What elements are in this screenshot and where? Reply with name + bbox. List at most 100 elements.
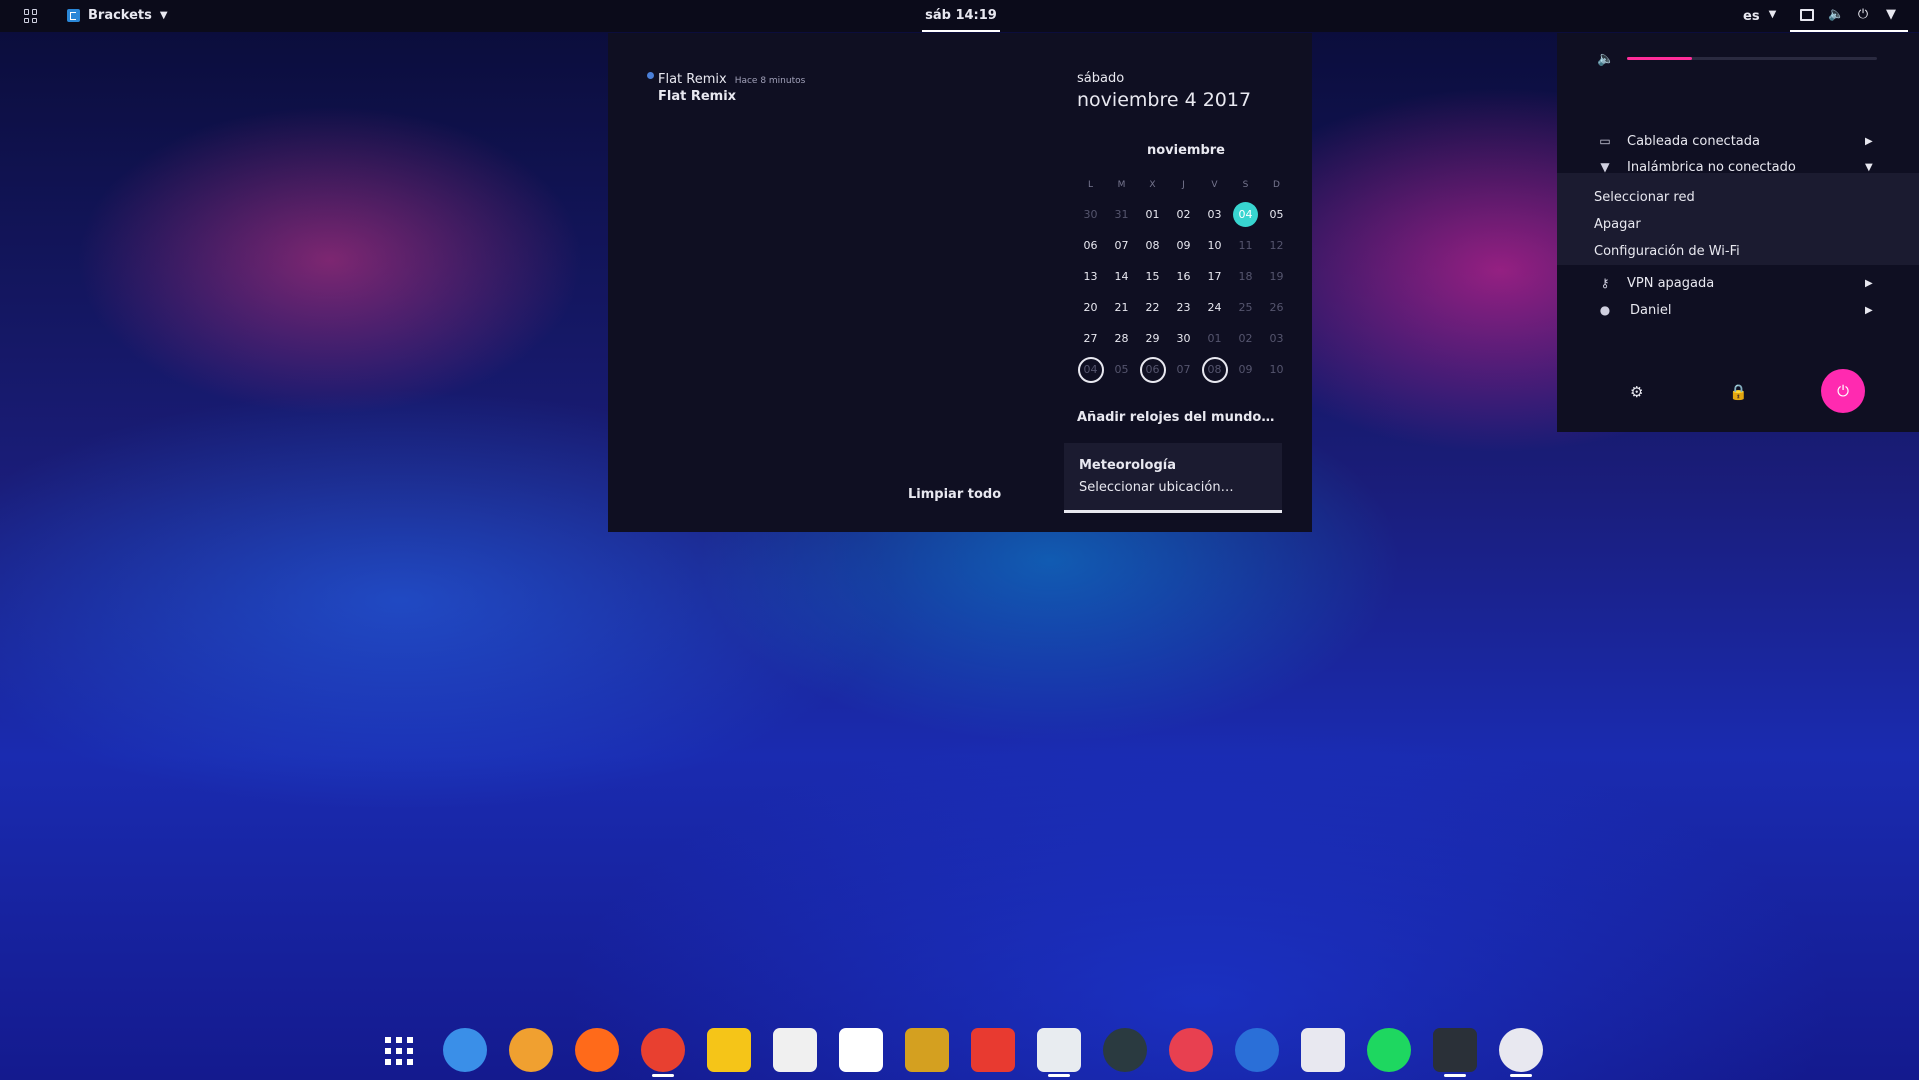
world-clocks-button[interactable]: Añadir relojes del mundo… [1077, 410, 1274, 425]
ubuntu-tweak-icon[interactable] [1169, 1028, 1213, 1072]
system-status-area[interactable]: 🔈 ⏻ ▼ [1790, 0, 1908, 32]
calendar-day[interactable]: 03 [1261, 323, 1292, 354]
activities-grid-icon[interactable] [24, 9, 38, 23]
screen-icon [1800, 9, 1814, 21]
calendar-day[interactable]: 24 [1199, 292, 1230, 323]
calendar-day[interactable]: 14 [1106, 261, 1137, 292]
installer-icon[interactable] [1301, 1028, 1345, 1072]
weather-section[interactable]: Meteorología Seleccionar ubicación… [1064, 443, 1282, 513]
mail-icon[interactable] [773, 1028, 817, 1072]
power-icon: ⏻ [1857, 7, 1869, 22]
calendar-day[interactable]: 05 [1261, 199, 1292, 230]
notification-item[interactable]: Flat Remix Hace 8 minutos Flat Remix [647, 68, 806, 104]
clock-button[interactable]: sáb 14:19 [922, 0, 1000, 32]
select-network-item[interactable]: Seleccionar red [1594, 190, 1695, 205]
turn-off-wifi-item[interactable]: Apagar [1594, 217, 1641, 232]
calendar-day[interactable]: 01 [1199, 323, 1230, 354]
text-editor-icon[interactable] [839, 1028, 883, 1072]
settings-icon[interactable] [443, 1028, 487, 1072]
calendar-day[interactable]: 02 [1168, 199, 1199, 230]
calendar-day[interactable]: 31 [1106, 199, 1137, 230]
weekday-header: V [1211, 180, 1218, 190]
notification-icon [647, 72, 654, 79]
system-monitor-icon[interactable] [1235, 1028, 1279, 1072]
app-grid-icon[interactable] [377, 1028, 421, 1072]
app-menu[interactable]: Brackets ▼ [67, 8, 168, 23]
calendar-day[interactable]: 13 [1075, 261, 1106, 292]
calendar-day[interactable]: 21 [1106, 292, 1137, 323]
calendar-day[interactable]: 19 [1261, 261, 1292, 292]
calendar-day[interactable]: 11 [1230, 230, 1261, 261]
calendar-day[interactable]: 27 [1075, 323, 1106, 354]
photos-icon[interactable] [509, 1028, 553, 1072]
calendar-day[interactable]: 29 [1137, 323, 1168, 354]
calendar-day[interactable]: 26 [1261, 292, 1292, 323]
files-icon[interactable] [1037, 1028, 1081, 1072]
month-label: noviembre [1146, 143, 1225, 158]
calendar-day[interactable]: 09 [1168, 230, 1199, 261]
calendar-day[interactable]: 01 [1137, 199, 1168, 230]
vpn-item[interactable]: ⚷ VPN apagada ▶ [1557, 270, 1919, 296]
volume-slider[interactable] [1627, 57, 1877, 60]
calendar-day-today[interactable]: 04 [1230, 199, 1261, 230]
calendar-day[interactable]: 18 [1230, 261, 1261, 292]
wired-network-label: Cableada conectada [1627, 133, 1760, 149]
calendar-day[interactable]: 10 [1199, 230, 1230, 261]
calendar-day[interactable]: 03 [1199, 199, 1230, 230]
calendar-day[interactable]: 06 [1075, 230, 1106, 261]
user-item[interactable]: ● Daniel ▶ [1557, 297, 1919, 323]
settings-gear-icon[interactable]: ⚙ [1630, 383, 1643, 401]
spotify-icon[interactable] [1367, 1028, 1411, 1072]
calendar-day[interactable]: 08 [1199, 354, 1230, 385]
running-indicator [1444, 1074, 1466, 1077]
calendar-day[interactable]: 12 [1261, 230, 1292, 261]
user-icon: ● [1599, 303, 1611, 317]
firefox-icon[interactable] [575, 1028, 619, 1072]
wifi-settings-item[interactable]: Configuración de Wi-Fi [1594, 244, 1740, 259]
running-indicator [1048, 1074, 1070, 1077]
filezilla-icon[interactable] [971, 1028, 1015, 1072]
notification-time: Hace 8 minutos [734, 76, 806, 86]
calendar-day[interactable]: 30 [1075, 199, 1106, 230]
clear-all-button[interactable]: Limpiar todo [908, 487, 1001, 502]
calendar-day[interactable]: 04 [1075, 354, 1106, 385]
calendar-day[interactable]: 07 [1106, 230, 1137, 261]
calendar-day[interactable]: 10 [1261, 354, 1292, 385]
language-label: es [1743, 9, 1760, 24]
calendar-day[interactable]: 16 [1168, 261, 1199, 292]
calendar-day[interactable]: 07 [1168, 354, 1199, 385]
chevron-down-icon: ▼ [159, 10, 168, 21]
weekday-header: J [1182, 180, 1185, 190]
calendar-day[interactable]: 22 [1137, 292, 1168, 323]
terminal-icon[interactable] [1433, 1028, 1477, 1072]
power-off-button[interactable]: ⏻ [1821, 369, 1865, 413]
calendar-day[interactable]: 09 [1230, 354, 1261, 385]
language-indicator[interactable]: es ▼ [1743, 9, 1776, 24]
wired-network-item[interactable]: ▭ Cableada conectada ▶ [1557, 128, 1919, 154]
running-indicator [1510, 1074, 1532, 1077]
calendar-day[interactable]: 25 [1230, 292, 1261, 323]
calendar-day[interactable]: 17 [1199, 261, 1230, 292]
calendar-day[interactable]: 28 [1106, 323, 1137, 354]
robot-icon[interactable] [905, 1028, 949, 1072]
power-icon: ⏻ [1837, 382, 1849, 400]
bulb-icon[interactable] [707, 1028, 751, 1072]
calendar-day[interactable]: 08 [1137, 230, 1168, 261]
music-icon[interactable] [1103, 1028, 1147, 1072]
weekday-label: sábado [1077, 71, 1125, 86]
calendar-day[interactable]: 02 [1230, 323, 1261, 354]
chevron-down-icon: ▼ [1865, 161, 1873, 173]
full-date-label[interactable]: noviembre 4 2017 [1077, 89, 1251, 111]
brackets-app-icon [67, 9, 80, 22]
calendar-day[interactable]: 06 [1137, 354, 1168, 385]
calendar-day[interactable]: 20 [1075, 292, 1106, 323]
weather-title: Meteorología [1079, 458, 1176, 473]
calendar-day[interactable]: 30 [1168, 323, 1199, 354]
chrome-icon[interactable] [641, 1028, 685, 1072]
system-menu: 🔈 ▭ Cableada conectada ▶ ▼ Inalámbrica n… [1557, 33, 1919, 432]
lock-icon[interactable]: 🔒 [1729, 383, 1748, 401]
calendar-day[interactable]: 23 [1168, 292, 1199, 323]
calendar-day[interactable]: 05 [1106, 354, 1137, 385]
calendar-day[interactable]: 15 [1137, 261, 1168, 292]
kodi-icon[interactable] [1499, 1028, 1543, 1072]
